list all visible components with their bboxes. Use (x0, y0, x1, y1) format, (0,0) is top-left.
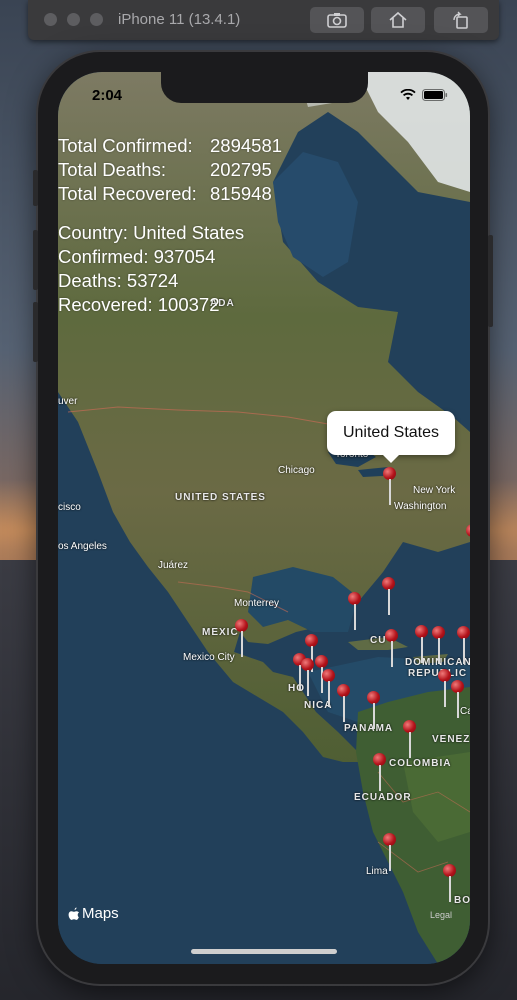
map-label-vancouver: uver (58, 396, 78, 407)
map-label-washington: Washington (394, 501, 447, 512)
confirmed-row: Confirmed: 937054 (58, 245, 244, 269)
home-indicator[interactable] (191, 949, 337, 954)
total-confirmed-label: Total Confirmed: (58, 135, 193, 156)
map-pin[interactable] (348, 592, 362, 632)
home-icon (389, 11, 407, 28)
deaths-value: 53724 (126, 270, 179, 291)
map-pin[interactable] (301, 658, 315, 698)
map-pin[interactable] (451, 680, 465, 720)
total-deaths-value: 202795 (210, 159, 272, 180)
map-pin[interactable] (383, 833, 397, 873)
map-pin[interactable] (415, 625, 429, 665)
close-window-button[interactable] (44, 13, 57, 26)
recovered-value: 100372 (157, 294, 220, 315)
global-stats-panel: Total Confirmed: 2894581 Total Deaths: 2… (58, 134, 282, 206)
map-label-ecuador: ECUADOR (354, 792, 412, 803)
battery-icon (422, 89, 448, 101)
apple-maps-attribution[interactable]: Maps (68, 905, 119, 922)
minimize-window-button[interactable] (67, 13, 80, 26)
total-recovered-label: Total Recovered: (58, 183, 197, 204)
country-value: United States (133, 222, 245, 243)
map-pin[interactable] (322, 669, 336, 709)
map-pin[interactable] (432, 626, 446, 666)
map-label-mexico-city: Mexico City (183, 652, 235, 663)
zoom-window-button[interactable] (90, 13, 103, 26)
map-label-mexico: MEXIC (202, 627, 239, 638)
map-label-venezuela: VENEZ (432, 734, 470, 745)
map-pin[interactable] (337, 684, 351, 724)
total-deaths-row: Total Deaths: 202795 (58, 158, 272, 182)
country-label: Country: (58, 222, 128, 243)
mute-switch (33, 170, 38, 206)
map-label-new-york: New York (413, 485, 456, 496)
country-callout[interactable]: United States (327, 411, 455, 463)
map-pin-united-states[interactable] (383, 467, 397, 507)
recovered-row: Recovered: 100372 (58, 293, 244, 317)
map-label-monterrey: Monterrey (234, 598, 280, 609)
wifi-icon (400, 89, 416, 100)
map-label-cuba: CU (370, 635, 387, 646)
deaths-label: Deaths: (58, 270, 122, 291)
recovered-label: Recovered: (58, 294, 153, 315)
volume-down-button (33, 302, 38, 362)
map-pin[interactable] (443, 864, 457, 904)
legal-link[interactable]: Legal (430, 910, 452, 920)
map-pin[interactable] (403, 720, 417, 760)
map-pin[interactable] (438, 669, 452, 709)
simulator-title: iPhone 11 (13.4.1) (118, 11, 241, 28)
map-label-chicago: Chicago (278, 465, 315, 476)
map-pin[interactable] (457, 626, 470, 666)
country-stats-panel: Country: United States Confirmed: 937054… (58, 221, 244, 317)
map-label-juarez: Juárez (158, 560, 189, 571)
simulator-titlebar: iPhone 11 (13.4.1) (28, 0, 499, 40)
status-time: 2:04 (92, 87, 123, 104)
total-recovered-row: Total Recovered: 815948 (58, 182, 272, 206)
country-row: Country: United States (58, 221, 244, 245)
apple-logo-icon (68, 907, 79, 920)
home-button[interactable] (371, 7, 425, 33)
rotate-icon (453, 11, 468, 29)
map-label-united-states: UNITED STATES (175, 492, 266, 503)
total-confirmed-value: 2894581 (210, 135, 283, 156)
deaths-row: Deaths: 53724 (58, 269, 244, 293)
rotate-button[interactable] (434, 7, 488, 33)
map-label-los-angeles: os Angeles (58, 541, 107, 552)
app-screen: ADA uver Chicago Toronto New York Washin… (58, 72, 470, 964)
map-pin[interactable] (385, 629, 399, 669)
power-button (488, 235, 493, 327)
map-pin[interactable] (367, 691, 381, 731)
notch (161, 72, 368, 103)
total-recovered-value: 815948 (210, 183, 272, 204)
total-confirmed-row: Total Confirmed: 2894581 (58, 134, 282, 158)
map-pin[interactable] (466, 524, 470, 564)
confirmed-value: 937054 (153, 246, 216, 267)
maps-text: Maps (82, 905, 119, 922)
total-deaths-label: Total Deaths: (58, 159, 166, 180)
status-icons (400, 89, 448, 101)
map-pin-mexico[interactable] (235, 619, 249, 659)
volume-up-button (33, 230, 38, 290)
camera-icon (327, 13, 347, 28)
map-pin[interactable] (373, 753, 387, 793)
map-label-san-francisco: cisco (58, 502, 81, 513)
screenshot-button[interactable] (310, 7, 364, 33)
map-pin[interactable] (382, 577, 396, 617)
confirmed-label: Confirmed: (58, 246, 149, 267)
map-label-colombia: COLOMBIA (389, 758, 452, 769)
